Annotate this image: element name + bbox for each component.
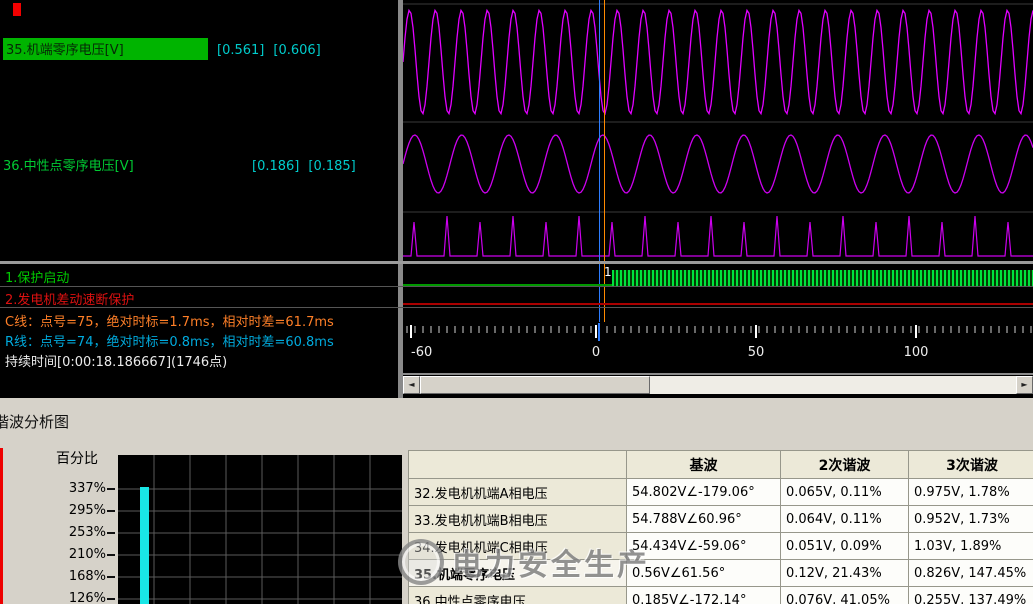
- table-cell[interactable]: 0.255V, 137.49%: [909, 587, 1033, 604]
- table-row-header[interactable]: 34.发电机机端C相电压: [409, 533, 626, 559]
- table-cell[interactable]: 0.185V∠-172.14°: [627, 587, 780, 604]
- y-tick-label: 253%: [68, 525, 106, 540]
- table-header-3: 3次谐波: [909, 451, 1033, 478]
- table-header-blank: [409, 451, 626, 478]
- time-axis-svg: -60 0 50 100: [406, 323, 1032, 360]
- time-axis-label: 50: [748, 345, 765, 360]
- table-cell[interactable]: 0.56V∠61.56°: [627, 560, 780, 586]
- channel-36-value-2: [0.185]: [308, 159, 356, 174]
- r-cursor-line[interactable]: [599, 0, 600, 322]
- divider-horizontal: [403, 373, 1033, 375]
- y-tick-mark: [107, 576, 115, 578]
- waveform-35-trace: [403, 8, 1033, 116]
- divider-horizontal: [0, 286, 1033, 287]
- harmonic-bar[interactable]: [140, 487, 149, 604]
- channel-35-value-1: [0.561]: [217, 43, 265, 58]
- channel-36-label[interactable]: 36.中性点零序电压[V]: [3, 155, 243, 174]
- time-axis-label: 100: [904, 345, 929, 360]
- table-header-1: 基波: [627, 451, 780, 478]
- channel-36-row[interactable]: 36.中性点零序电压[V] [0.186] [0.185]: [3, 155, 356, 174]
- digital-trace-2-line: [403, 303, 1033, 305]
- y-tick-mark: [107, 598, 115, 600]
- duration-readout: 持续时间[0:00:18.186667](1746点): [5, 355, 228, 370]
- waveform-svg: [403, 3, 1033, 257]
- table-cell[interactable]: 0.952V, 1.73%: [909, 506, 1033, 532]
- table-row-header[interactable]: 32.发电机机端A相电压: [409, 479, 626, 505]
- waveform-36-trace: [403, 134, 1033, 194]
- table-cell[interactable]: 0.064V, 0.11%: [781, 506, 908, 532]
- waveform-panel: 35.机端零序电压[V] [0.561] [0.606] 36.中性点零序电压[V]…: [0, 0, 1033, 398]
- red-marker: [13, 3, 21, 16]
- wave-analysis-window: 35.机端零序电压[V] [0.561] [0.606] 36.中性点零序电压[V]…: [0, 0, 1033, 604]
- digital-trace-1-active-band: [612, 270, 1033, 286]
- y-tick-label: 168%: [68, 569, 106, 584]
- divider-horizontal: [0, 261, 1033, 264]
- table-cell[interactable]: 0.12V, 21.43%: [781, 560, 908, 586]
- scrollbar-thumb[interactable]: [420, 376, 650, 394]
- channel-35-value-2: [0.606]: [273, 43, 321, 58]
- r-cursor-readout: R线：点号=74，绝对时标=0.8ms，相对时差=60.8ms: [5, 335, 334, 350]
- waveform-display[interactable]: [403, 0, 1033, 261]
- table-header-2: 2次谐波: [781, 451, 908, 478]
- harmonic-bar-chart[interactable]: [118, 455, 402, 604]
- scroll-right-button[interactable]: ►: [1016, 376, 1033, 394]
- y-tick-mark: [107, 532, 115, 534]
- table-row-header[interactable]: 35.机端零序电压: [409, 560, 626, 586]
- divider-horizontal: [0, 307, 1033, 308]
- digital-channel-1-label[interactable]: 1.保护启动: [5, 267, 69, 286]
- time-axis-label: 0: [592, 345, 600, 360]
- horizontal-scrollbar[interactable]: ◄ ►: [403, 376, 1033, 394]
- channel-35-row[interactable]: 35.机端零序电压[V] [0.561] [0.606]: [3, 38, 321, 60]
- c-cursor-readout: C线：点号=75，绝对时标=1.7ms，相对时差=61.7ms: [5, 315, 334, 330]
- percent-axis-label: 百分比: [56, 451, 98, 467]
- harmonic-table: 基波 2次谐波 3次谐波 32.发电机机端A相电压 54.802V∠-179.06° 0.…: [408, 450, 1033, 604]
- digital-trace-1-trigger-marker: 1: [604, 265, 612, 279]
- harmonic-title: 谐波分析图: [0, 413, 70, 431]
- table-cell[interactable]: 0.826V, 147.45%: [909, 560, 1033, 586]
- y-tick-label: 337%: [68, 481, 106, 496]
- waveform-pulses-trace: [403, 215, 1033, 257]
- table-row-header[interactable]: 36.中性点零序电压: [409, 587, 626, 604]
- time-axis-label: -60: [411, 345, 432, 360]
- table-cell[interactable]: 0.065V, 0.11%: [781, 479, 908, 505]
- scroll-left-button[interactable]: ◄: [403, 376, 420, 394]
- y-tick-label: 295%: [68, 503, 106, 518]
- channel-36-value-1: [0.186]: [252, 159, 300, 174]
- channel-35-label[interactable]: 35.机端零序电压[V]: [3, 38, 208, 60]
- table-row-header[interactable]: 33.发电机机端B相电压: [409, 506, 626, 532]
- digital-channel-2-label[interactable]: 2.发电机差动速断保护: [5, 289, 134, 308]
- table-cell[interactable]: 54.788V∠60.96°: [627, 506, 780, 532]
- harmonic-panel: 谐波分析图 百分比 337% 295% 253% 210% 168% 126% 基波 2次谐…: [0, 398, 1033, 604]
- table-cell[interactable]: 54.802V∠-179.06°: [627, 479, 780, 505]
- table-cell[interactable]: 0.975V, 1.78%: [909, 479, 1033, 505]
- y-tick-mark: [107, 554, 115, 556]
- y-tick-label: 210%: [68, 547, 106, 562]
- time-axis[interactable]: -60 0 50 100: [403, 322, 1033, 372]
- y-tick-mark: [107, 488, 115, 490]
- harmonic-chart-svg: [118, 455, 402, 604]
- table-cell[interactable]: 1.03V, 1.89%: [909, 533, 1033, 559]
- y-tick-label: 126%: [68, 591, 106, 604]
- table-cell[interactable]: 0.051V, 0.09%: [781, 533, 908, 559]
- table-cell[interactable]: 0.076V, 41.05%: [781, 587, 908, 604]
- red-edge-line: [0, 448, 3, 604]
- y-tick-mark: [107, 510, 115, 512]
- table-cell[interactable]: 54.434V∠-59.06°: [627, 533, 780, 559]
